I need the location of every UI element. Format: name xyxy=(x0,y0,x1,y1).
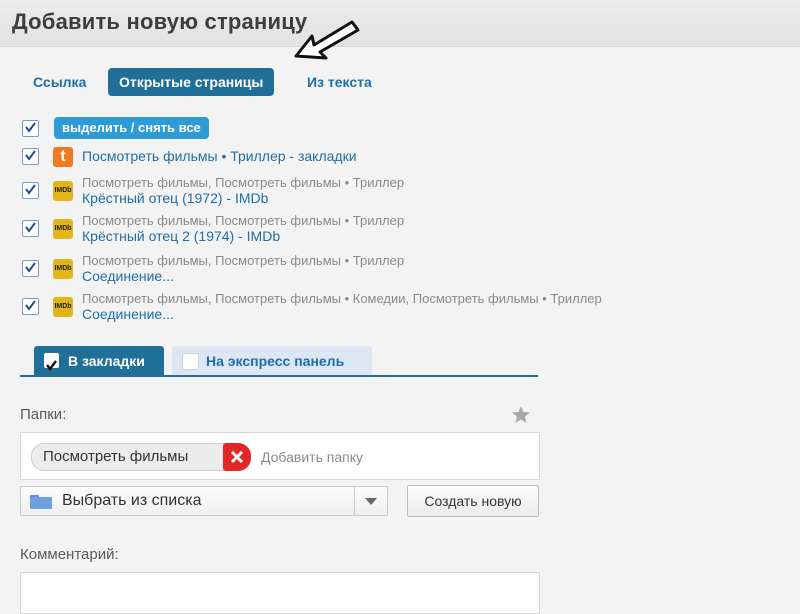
select-all-checkbox[interactable] xyxy=(22,120,39,137)
create-folder-button[interactable]: Создать новую xyxy=(407,485,539,517)
page-checkbox[interactable] xyxy=(22,148,39,165)
star-icon[interactable] xyxy=(511,405,531,425)
add-folder-input[interactable]: Добавить папку xyxy=(261,449,363,465)
folders-label: Папки: xyxy=(20,406,67,423)
tab-express-label: На экспресс панель xyxy=(206,353,345,369)
t-favicon: t xyxy=(53,147,73,167)
close-icon xyxy=(230,450,244,464)
tabs-divider xyxy=(20,375,538,377)
tab-from-text[interactable]: Из текста xyxy=(307,68,372,96)
page-row: t Посмотреть фильмы • Триллер - закладки xyxy=(22,147,542,168)
check-icon xyxy=(25,300,36,311)
folder-icon xyxy=(30,495,52,509)
page-row: IMDb Посмотреть фильмы, Посмотреть фильм… xyxy=(22,213,542,244)
check-icon xyxy=(25,184,36,195)
title-bar: Добавить новую страницу xyxy=(0,0,800,47)
page-title: Добавить новую страницу xyxy=(12,9,308,34)
folder-select[interactable]: Выбрать из списка xyxy=(20,486,388,516)
bookmarks-checkbox xyxy=(44,353,59,371)
imdb-favicon: IMDb xyxy=(53,297,73,317)
tab-express-panel[interactable]: На экспресс панель xyxy=(172,346,372,376)
check-icon xyxy=(46,360,57,371)
page-row: IMDb Посмотреть фильмы, Посмотреть фильм… xyxy=(22,175,542,206)
page-tags: Посмотреть фильмы, Посмотреть фильмы • Т… xyxy=(82,175,405,190)
folder-chip: Посмотреть фильмы xyxy=(31,443,251,471)
page-title-link[interactable]: Соединение... xyxy=(82,268,174,284)
express-checkbox xyxy=(182,353,199,370)
imdb-favicon: IMDb xyxy=(53,259,73,279)
check-icon xyxy=(25,150,36,161)
imdb-favicon: IMDb xyxy=(53,219,73,239)
page-title-link[interactable]: Крёстный отец (1972) - IMDb xyxy=(82,190,268,206)
tab-link[interactable]: Ссылка xyxy=(33,68,86,96)
check-icon xyxy=(25,262,36,273)
comment-label: Комментарий: xyxy=(20,546,119,563)
page-title-link[interactable]: Крёстный отец 2 (1974) - IMDb xyxy=(82,228,280,244)
folder-chip-label: Посмотреть фильмы xyxy=(43,448,189,465)
page-title-link[interactable]: Посмотреть фильмы • Триллер - закладки xyxy=(82,148,357,164)
tab-bookmarks[interactable]: В закладки xyxy=(34,346,164,376)
remove-folder-button[interactable] xyxy=(223,443,251,471)
check-icon xyxy=(25,222,36,233)
select-all-button[interactable]: выделить / снять все xyxy=(54,117,209,139)
arrow-pointer-icon xyxy=(294,20,360,60)
imdb-favicon: IMDb xyxy=(53,181,73,201)
page-checkbox[interactable] xyxy=(22,260,39,277)
check-icon xyxy=(25,122,36,133)
chevron-down-icon xyxy=(365,498,377,505)
page-tags: Посмотреть фильмы, Посмотреть фильмы • Т… xyxy=(82,213,405,228)
page-row: IMDb Посмотреть фильмы, Посмотреть фильм… xyxy=(22,253,542,284)
page-checkbox[interactable] xyxy=(22,298,39,315)
select-dropdown-toggle[interactable] xyxy=(354,487,387,515)
page-checkbox[interactable] xyxy=(22,182,39,199)
tab-bookmarks-label: В закладки xyxy=(68,353,145,369)
page-title-link[interactable]: Соединение... xyxy=(82,306,174,322)
folder-select-value: Выбрать из списка xyxy=(62,492,202,509)
folders-field[interactable]: Посмотреть фильмы Добавить папку xyxy=(20,432,540,480)
page-checkbox[interactable] xyxy=(22,220,39,237)
page-tags: Посмотреть фильмы, Посмотреть фильмы • К… xyxy=(82,291,602,306)
page-row: IMDb Посмотреть фильмы, Посмотреть фильм… xyxy=(22,291,722,322)
select-all-row: выделить / снять все xyxy=(22,117,262,140)
comment-textarea[interactable] xyxy=(20,572,540,614)
tab-open-pages[interactable]: Открытые страницы xyxy=(108,68,275,96)
page-tags: Посмотреть фильмы, Посмотреть фильмы • Т… xyxy=(82,253,405,268)
